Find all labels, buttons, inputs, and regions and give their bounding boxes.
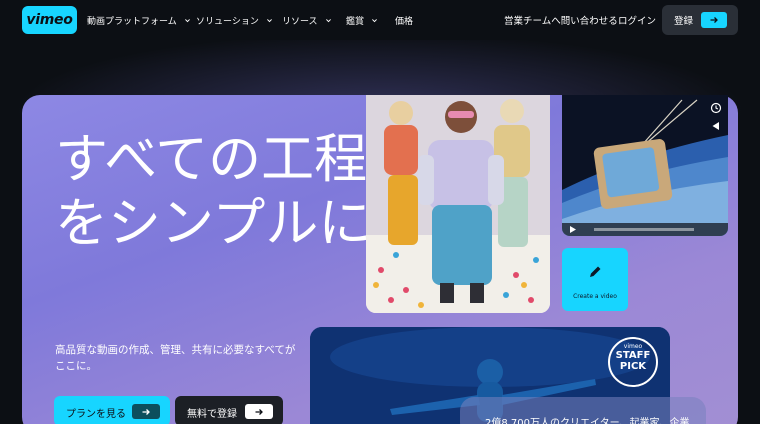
view-plans-button[interactable]: プランを見る (54, 396, 170, 424)
creators-stat-card: 2億8,700万人のクリエイター、起業家、企業 (460, 397, 706, 424)
chevron-down-icon (372, 18, 377, 22)
chevron-down-icon (184, 18, 190, 22)
nav-item-label: 動画プラットフォーム (87, 16, 177, 27)
create-video-label: Create a video (573, 293, 617, 300)
contact-sales-link[interactable]: 営業チームへ問い合わせる (504, 12, 618, 28)
top-nav: vimeo 動画プラットフォーム ソリューション リソース 鑑賞 価格 営業チー… (0, 0, 760, 40)
nav-item-label: 鑑賞 (346, 16, 365, 27)
space-thumbnail (562, 95, 728, 236)
free-signup-button[interactable]: 無料で登録 (175, 396, 283, 424)
vimeo-logo[interactable]: vimeo (22, 6, 77, 34)
nav-item-video-platform[interactable]: 動画プラットフォーム (87, 12, 191, 28)
staff-pick-badge: vimeo STAFF PICK (608, 337, 658, 387)
create-video-card[interactable]: Create a video (562, 248, 628, 311)
nav-item-watch[interactable]: 鑑賞 (346, 12, 378, 28)
arrow-right-icon (245, 404, 273, 419)
hero-headline: すべての工程をシンプルに (55, 129, 372, 254)
space-video-card[interactable] (562, 95, 728, 236)
arrow-right-icon (132, 404, 160, 419)
staff-pick-brand: vimeo (623, 343, 643, 350)
clock-icon[interactable] (710, 99, 722, 118)
share-icon[interactable] (710, 117, 722, 136)
signup-button[interactable]: 登録 (662, 5, 738, 35)
login-link[interactable]: ログイン (618, 12, 656, 28)
nav-item-label: リソース (282, 16, 318, 27)
chevron-down-icon (266, 18, 272, 22)
pencil-icon (587, 264, 603, 284)
nav-item-solutions[interactable]: ソリューション (196, 12, 273, 28)
view-plans-label: プランを見る (66, 409, 126, 420)
creators-stat-text: 2億8,700万人のクリエイター、起業家、企業 (485, 418, 690, 424)
nav-item-label: ソリューション (196, 16, 259, 27)
nav-item-pricing[interactable]: 価格 (395, 12, 413, 28)
staff-pick-line1: STAFF (615, 350, 651, 361)
signup-label: 登録 (674, 16, 694, 27)
arrow-right-icon (701, 12, 727, 28)
dancers-thumbnail (366, 95, 550, 313)
nav-item-resources[interactable]: リソース (282, 12, 332, 28)
dancers-video-card[interactable] (366, 95, 550, 313)
chevron-down-icon (325, 18, 331, 22)
staff-pick-line2: PICK (619, 361, 647, 372)
free-signup-label: 無料で登録 (187, 409, 237, 420)
hero-subtext: 高品質な動画の作成、管理、共有に必要なすべてがここに。 (55, 344, 296, 372)
nav-item-label: 価格 (395, 16, 414, 27)
